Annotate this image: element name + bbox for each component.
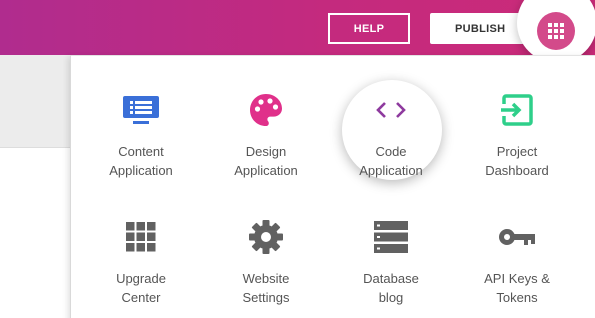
code-icon: [371, 90, 411, 130]
database-icon: [371, 217, 411, 257]
app-label: Content Application: [109, 144, 173, 178]
app-label: Code Application: [359, 144, 423, 178]
app-label: Project Dashboard: [485, 144, 549, 178]
app-label: Database blog: [363, 271, 419, 305]
app-upgrade-center[interactable]: Upgrade Center: [76, 187, 206, 307]
app-api-keys-tokens[interactable]: API Keys & Tokens: [452, 187, 582, 307]
app-project-dashboard[interactable]: Project Dashboard: [452, 60, 582, 180]
background-content: [0, 55, 70, 147]
apps-menu-button[interactable]: [537, 12, 575, 50]
apps-grid-icon: [548, 23, 564, 39]
enter-icon: [497, 90, 537, 130]
gear-icon: [246, 217, 286, 257]
help-button[interactable]: HELP: [328, 13, 410, 44]
app-content-application[interactable]: Content Application: [76, 60, 206, 180]
publish-button[interactable]: PUBLISH: [430, 13, 526, 44]
grid-icon: [121, 217, 161, 257]
app-database-blog[interactable]: Database blog: [326, 187, 456, 307]
app-label: Upgrade Center: [116, 271, 166, 305]
app-label: Website Settings: [242, 271, 290, 305]
app-design-application[interactable]: Design Application: [201, 60, 331, 180]
app-code-application[interactable]: Code Application: [326, 60, 456, 180]
background-divider: [0, 147, 70, 148]
app-website-settings[interactable]: Website Settings: [201, 187, 331, 307]
palette-icon: [246, 90, 286, 130]
app-label: Design Application: [234, 144, 298, 178]
monitor-icon: [121, 90, 161, 130]
key-icon: [497, 217, 537, 257]
app-label: API Keys & Tokens: [484, 271, 550, 305]
